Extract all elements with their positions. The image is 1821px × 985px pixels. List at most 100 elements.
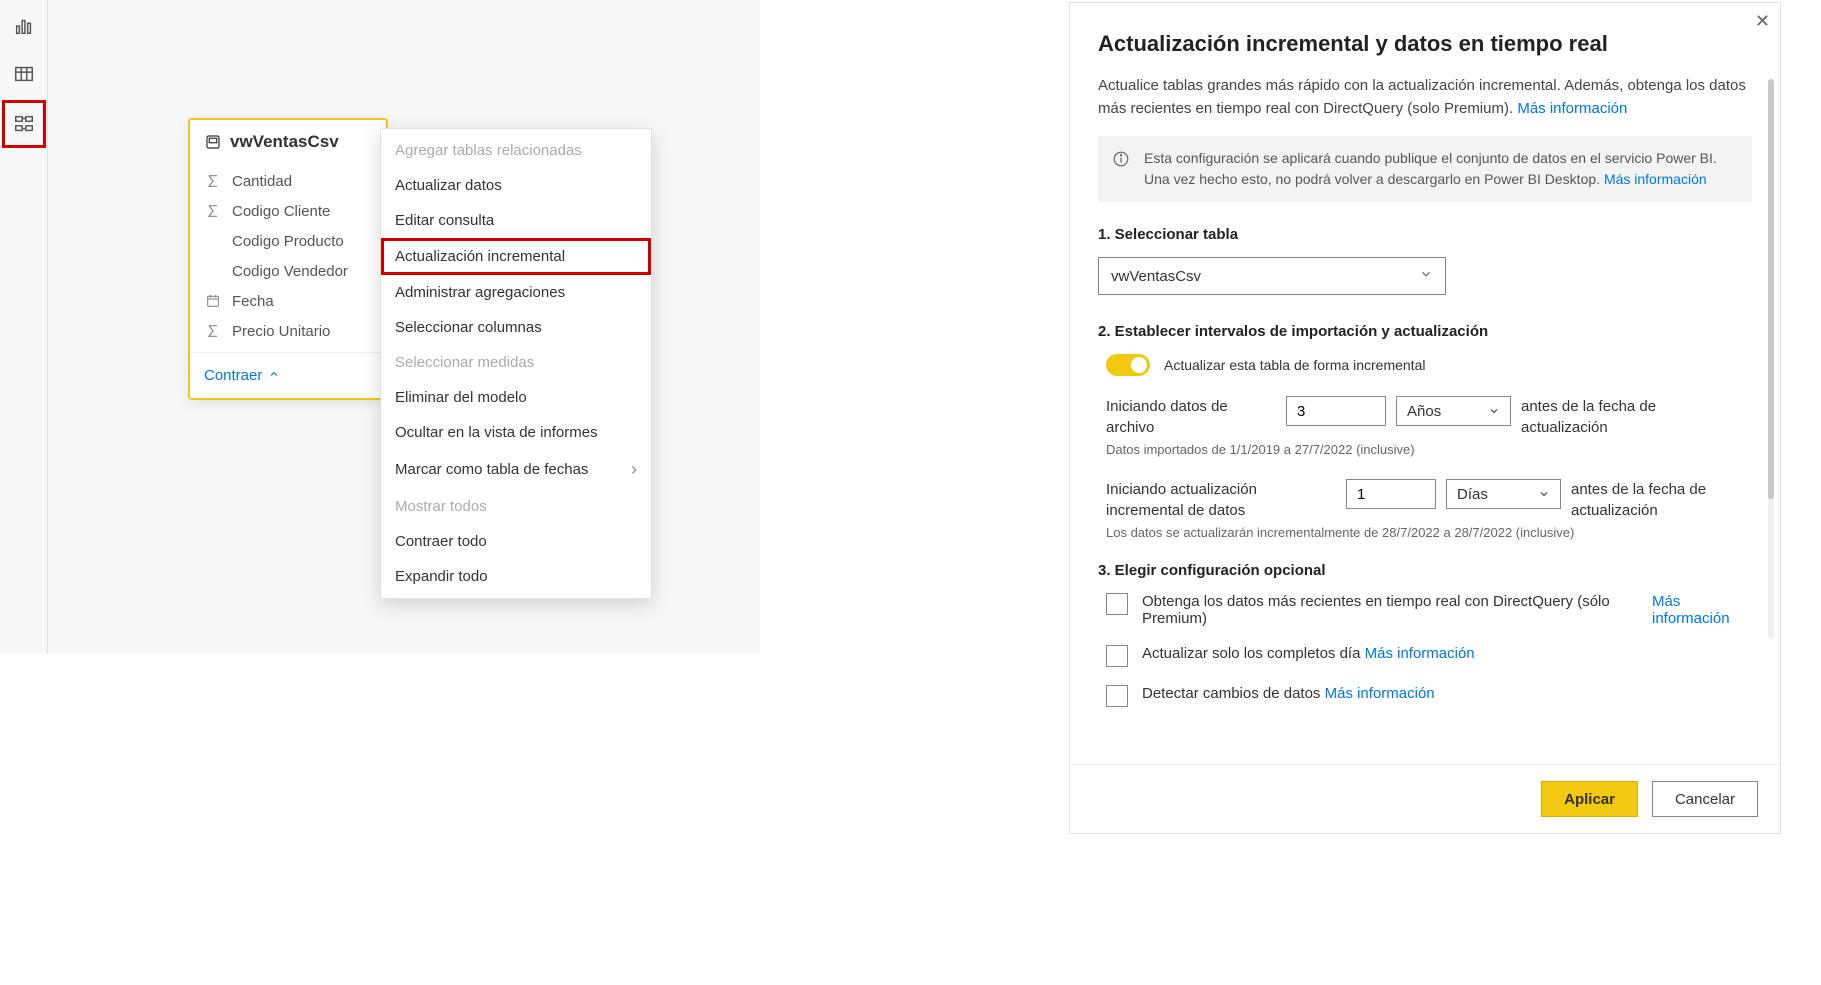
chevron-up-icon: [268, 367, 280, 384]
scrollbar[interactable]: [1768, 79, 1774, 639]
menu-item: Seleccionar medidas: [381, 345, 651, 380]
chevron-down-icon: [1538, 488, 1550, 500]
optional-setting-row: Actualizar solo los completos día Más in…: [1098, 645, 1752, 667]
section-3-label: 3. Elegir configuración opcional: [1098, 562, 1752, 579]
field-label: Precio Unitario: [232, 323, 330, 340]
collapse-link[interactable]: Contraer: [190, 352, 386, 398]
check-label: Actualizar solo los completos día Más in…: [1142, 645, 1752, 662]
table-card[interactable]: vwVentasCsv Cantidad Codigo Cliente Codigo…: [188, 118, 388, 400]
learn-more-link[interactable]: Más información: [1652, 593, 1752, 627]
menu-item[interactable]: Eliminar del modelo: [381, 380, 651, 415]
menu-item[interactable]: Administrar agregaciones: [381, 275, 651, 310]
calendar-icon: [204, 292, 222, 310]
cancel-button[interactable]: Cancelar: [1652, 781, 1758, 817]
table-select[interactable]: vwVentasCsv: [1098, 257, 1446, 295]
menu-item-label: Editar consulta: [395, 212, 494, 229]
field-label: Codigo Cliente: [232, 203, 330, 220]
incremental-unit-select[interactable]: Días: [1446, 479, 1561, 509]
table-fields-list: Cantidad Codigo Cliente Codigo Producto Cod…: [190, 164, 386, 352]
menu-item-label: Seleccionar columnas: [395, 319, 542, 336]
learn-more-link[interactable]: Más información: [1365, 645, 1475, 662]
section-2-label: 2. Establecer intervalos de importación …: [1098, 323, 1752, 340]
menu-item: Agregar tablas relacionadas: [381, 133, 651, 168]
incremental-label: Iniciando actualización incremental de d…: [1106, 479, 1336, 521]
sigma-icon: [204, 172, 222, 190]
incremental-value-input[interactable]: [1346, 479, 1436, 509]
chevron-down-icon: [1419, 267, 1433, 285]
incremental-toggle[interactable]: [1106, 354, 1150, 376]
archive-hint: Datos importados de 1/1/2019 a 27/7/2022…: [1098, 442, 1752, 457]
menu-item-label: Eliminar del modelo: [395, 389, 527, 406]
menu-item-label: Contraer todo: [395, 533, 487, 550]
menu-item[interactable]: Seleccionar columnas: [381, 310, 651, 345]
menu-item-label: Administrar agregaciones: [395, 284, 565, 301]
menu-item[interactable]: Marcar como tabla de fechas: [381, 450, 651, 489]
table-card-header[interactable]: vwVentasCsv: [190, 120, 386, 164]
field-label: Codigo Producto: [232, 233, 344, 250]
menu-item-label: Actualización incremental: [395, 248, 565, 265]
archive-label: Iniciando datos de archivo: [1106, 396, 1276, 438]
menu-item-label: Expandir todo: [395, 568, 488, 585]
report-view-icon[interactable]: [2, 4, 46, 48]
field-row[interactable]: Codigo Cliente: [190, 196, 386, 226]
field-label: Fecha: [232, 293, 274, 310]
menu-item-label: Marcar como tabla de fechas: [395, 461, 588, 478]
menu-item-label: Seleccionar medidas: [395, 354, 534, 371]
blank-icon: [204, 262, 222, 280]
menu-item[interactable]: Actualizar datos: [381, 168, 651, 203]
model-canvas: vwVentasCsv Cantidad Codigo Cliente Codigo…: [48, 0, 760, 654]
field-row[interactable]: Codigo Vendedor: [190, 256, 386, 286]
learn-more-link[interactable]: Más información: [1325, 685, 1435, 702]
check-label: Obtenga los datos más recientes en tiemp…: [1142, 593, 1638, 627]
archive-suffix: antes de la fecha de actualización: [1521, 396, 1701, 438]
learn-more-link[interactable]: Más información: [1517, 100, 1627, 117]
menu-item-label: Actualizar datos: [395, 177, 502, 194]
incremental-refresh-dialog: ✕ Actualización incremental y datos en t…: [1069, 2, 1781, 834]
checkbox[interactable]: [1106, 593, 1128, 615]
field-label: Cantidad: [232, 173, 292, 190]
archive-value-input[interactable]: [1286, 396, 1386, 426]
check-label: Detectar cambios de datos Más informació…: [1142, 685, 1752, 702]
menu-item[interactable]: Expandir todo: [381, 559, 651, 594]
field-row[interactable]: Precio Unitario: [190, 316, 386, 346]
table-icon: [204, 133, 222, 151]
data-view-icon[interactable]: [2, 52, 46, 96]
blank-icon: [204, 232, 222, 250]
menu-item-label: Agregar tablas relacionadas: [395, 142, 582, 159]
chevron-right-icon: [631, 459, 637, 480]
apply-button[interactable]: Aplicar: [1541, 781, 1638, 817]
incremental-suffix: antes de la fecha de actualización: [1571, 479, 1731, 521]
optional-setting-row: Detectar cambios de datos Más informació…: [1098, 685, 1752, 707]
incremental-hint: Los datos se actualizarán incrementalmen…: [1098, 525, 1752, 540]
menu-item[interactable]: Actualización incremental: [381, 238, 651, 275]
notice-learn-more-link[interactable]: Más información: [1604, 171, 1707, 187]
field-label: Codigo Vendedor: [232, 263, 348, 280]
archive-unit-select[interactable]: Años: [1396, 396, 1511, 426]
sigma-icon: [204, 202, 222, 220]
menu-item[interactable]: Ocultar en la vista de informes: [381, 415, 651, 450]
menu-item[interactable]: Contraer todo: [381, 524, 651, 559]
toggle-label: Actualizar esta tabla de forma increment…: [1164, 357, 1425, 373]
view-switcher-sidebar: [0, 0, 48, 654]
field-row[interactable]: Cantidad: [190, 166, 386, 196]
checkbox[interactable]: [1106, 645, 1128, 667]
dialog-title: Actualización incremental y datos en tie…: [1098, 31, 1752, 57]
section-1-label: 1. Seleccionar tabla: [1098, 226, 1752, 243]
menu-item: Mostrar todos: [381, 489, 651, 524]
checkbox[interactable]: [1106, 685, 1128, 707]
field-row[interactable]: Fecha: [190, 286, 386, 316]
optional-setting-row: Obtenga los datos más recientes en tiemp…: [1098, 593, 1752, 627]
dialog-description: Actualice tablas grandes más rápido con …: [1098, 75, 1752, 120]
dialog-footer: Aplicar Cancelar: [1070, 764, 1780, 833]
table-context-menu: Agregar tablas relacionadas Actualizar da…: [380, 128, 652, 599]
chevron-down-icon: [1488, 405, 1500, 417]
menu-item[interactable]: Editar consulta: [381, 203, 651, 238]
info-icon: [1112, 150, 1130, 190]
menu-item-label: Ocultar en la vista de informes: [395, 424, 598, 441]
field-row[interactable]: Codigo Producto: [190, 226, 386, 256]
menu-item-label: Mostrar todos: [395, 498, 487, 515]
model-view-icon[interactable]: [2, 100, 46, 148]
sigma-icon: [204, 322, 222, 340]
table-name: vwVentasCsv: [230, 132, 339, 152]
notice-bar: Esta configuración se aplicará cuando pu…: [1098, 136, 1752, 202]
